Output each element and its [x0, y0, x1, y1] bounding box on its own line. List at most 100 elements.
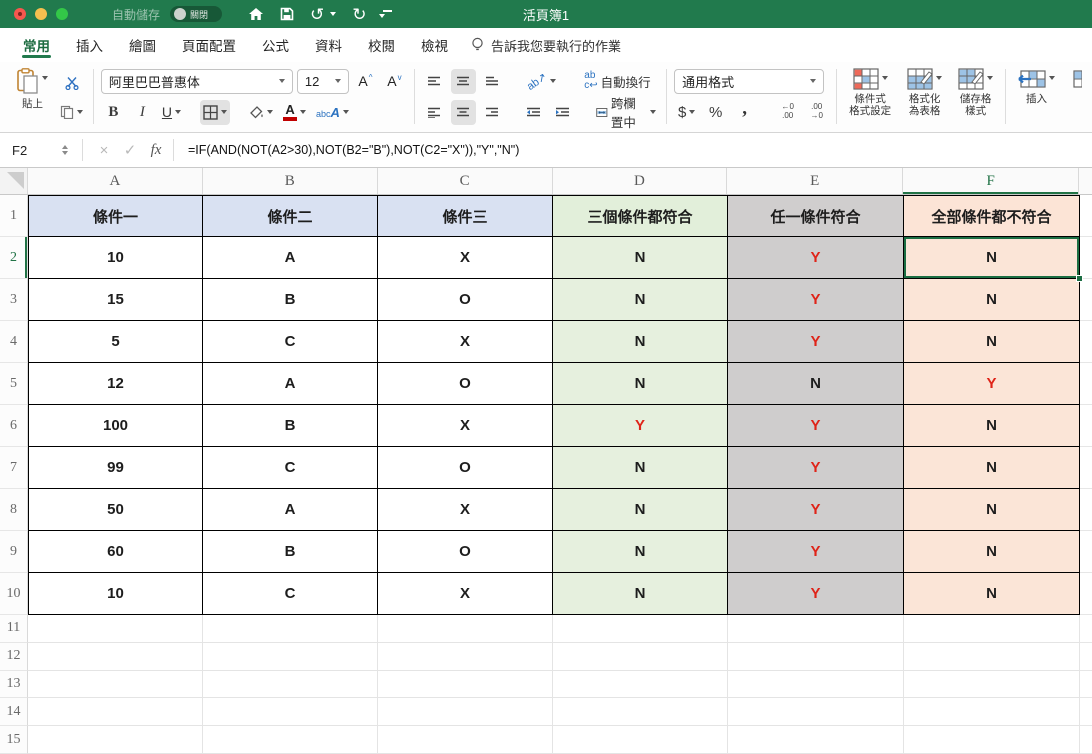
font-size-combo[interactable]: 12: [297, 69, 349, 94]
merge-center-button[interactable]: 跨欄置中: [593, 100, 659, 125]
cell-B8[interactable]: A: [203, 489, 378, 531]
cell-A3[interactable]: 15: [28, 279, 203, 321]
align-right-button[interactable]: [480, 100, 505, 125]
column-header-D[interactable]: D: [553, 168, 728, 194]
row-header-8[interactable]: 8: [0, 489, 28, 531]
fill-color-button[interactable]: [246, 100, 276, 125]
cell-C5[interactable]: O: [378, 363, 553, 405]
cell-D5[interactable]: N: [553, 363, 728, 405]
cell-F5[interactable]: Y: [904, 363, 1080, 405]
row-header-10[interactable]: 10: [0, 573, 28, 615]
row-header-11[interactable]: 11: [0, 615, 28, 643]
cell-A6[interactable]: 100: [28, 405, 203, 447]
cell-D4[interactable]: N: [553, 321, 728, 363]
cell-F11[interactable]: [904, 615, 1080, 643]
row-header-1[interactable]: 1: [0, 195, 28, 237]
row-header-12[interactable]: 12: [0, 643, 28, 671]
cell-D7[interactable]: N: [553, 447, 728, 489]
orientation-button[interactable]: ab↗: [523, 69, 559, 94]
row-header-5[interactable]: 5: [0, 363, 28, 405]
number-format-combo[interactable]: 通用格式: [674, 69, 824, 94]
cell-A15[interactable]: [28, 726, 203, 754]
tab-檢視[interactable]: 檢視: [408, 28, 461, 62]
tab-頁面配置[interactable]: 頁面配置: [169, 28, 249, 62]
cell-C12[interactable]: [378, 643, 553, 671]
cell-A5[interactable]: 12: [28, 363, 203, 405]
cell-D2[interactable]: N: [553, 237, 728, 279]
copy-button[interactable]: [57, 99, 86, 124]
cell-C8[interactable]: X: [378, 489, 553, 531]
cell-F3[interactable]: N: [904, 279, 1080, 321]
tab-常用[interactable]: 常用: [10, 28, 63, 62]
format-as-table-button[interactable]: 格式化為表格: [902, 67, 947, 126]
cell-B7[interactable]: C: [203, 447, 378, 489]
column-header-C[interactable]: C: [378, 168, 553, 194]
cell-A13[interactable]: [28, 671, 203, 699]
cut-button[interactable]: [57, 70, 86, 95]
cell-B12[interactable]: [203, 643, 378, 671]
cell-E9[interactable]: Y: [728, 531, 904, 573]
cell-E11[interactable]: [728, 615, 904, 643]
currency-button[interactable]: $: [674, 100, 699, 125]
shrink-font-button[interactable]: Av: [382, 69, 407, 94]
tab-插入[interactable]: 插入: [63, 28, 116, 62]
cell-E7[interactable]: Y: [728, 447, 904, 489]
autosave-toggle[interactable]: 關閉: [170, 6, 222, 22]
cell-F13[interactable]: [904, 671, 1080, 699]
minimize-window-button[interactable]: [35, 8, 47, 20]
cell-C1[interactable]: 條件三: [378, 195, 553, 237]
cell-A14[interactable]: [28, 698, 203, 726]
formula-input[interactable]: =IF(AND(NOT(A2>30),NOT(B2="B"),NOT(C2="X…: [188, 143, 519, 157]
save-icon[interactable]: [280, 7, 294, 21]
cell-E15[interactable]: [728, 726, 904, 754]
fill-handle[interactable]: [1076, 275, 1083, 282]
cell-F15[interactable]: [904, 726, 1080, 754]
cell-A10[interactable]: 10: [28, 573, 203, 615]
cell-E4[interactable]: Y: [728, 321, 904, 363]
cell-C11[interactable]: [378, 615, 553, 643]
row-header-7[interactable]: 7: [0, 447, 28, 489]
cell-D3[interactable]: N: [553, 279, 728, 321]
row-header-13[interactable]: 13: [0, 671, 28, 699]
align-left-button[interactable]: [422, 100, 447, 125]
cell-B5[interactable]: A: [203, 363, 378, 405]
increase-decimal-button[interactable]: ←0.00: [775, 100, 800, 125]
undo-icon[interactable]: ↺: [310, 6, 324, 23]
cell-D1[interactable]: 三個條件都符合: [553, 195, 728, 237]
cell-F1[interactable]: 全部條件都不符合: [904, 195, 1080, 237]
cell-D15[interactable]: [553, 726, 728, 754]
cell-C7[interactable]: O: [378, 447, 553, 489]
cell-A4[interactable]: 5: [28, 321, 203, 363]
cell-E8[interactable]: Y: [728, 489, 904, 531]
cell-E6[interactable]: Y: [728, 405, 904, 447]
row-header-3[interactable]: 3: [0, 279, 28, 321]
font-color-button[interactable]: A: [280, 100, 309, 125]
cell-A7[interactable]: 99: [28, 447, 203, 489]
row-header-9[interactable]: 9: [0, 531, 28, 573]
undo-dropdown-icon[interactable]: [330, 12, 336, 16]
cell-F7[interactable]: N: [904, 447, 1080, 489]
cell-F4[interactable]: N: [904, 321, 1080, 363]
conditional-formatting-button[interactable]: 條件式格式設定: [844, 67, 896, 126]
cell-C14[interactable]: [378, 698, 553, 726]
confirm-entry-icon[interactable]: ✓: [117, 141, 143, 159]
decrease-decimal-button[interactable]: .00→0: [804, 100, 829, 125]
align-middle-button[interactable]: [451, 69, 476, 94]
row-header-2[interactable]: 2: [0, 237, 28, 279]
cell-E1[interactable]: 任一條件符合: [728, 195, 904, 237]
cell-D10[interactable]: N: [553, 573, 728, 615]
close-window-button[interactable]: [14, 8, 26, 20]
paste-button[interactable]: 貼上: [12, 67, 53, 111]
cell-F12[interactable]: [904, 643, 1080, 671]
column-header-B[interactable]: B: [203, 168, 378, 194]
tab-校閱[interactable]: 校閱: [355, 28, 408, 62]
name-box-stepper[interactable]: [56, 145, 74, 155]
align-center-button[interactable]: [451, 100, 476, 125]
column-header-F[interactable]: F: [903, 168, 1079, 194]
cell-B10[interactable]: C: [203, 573, 378, 615]
cell-B6[interactable]: B: [203, 405, 378, 447]
cell-F2[interactable]: N: [904, 237, 1080, 279]
italic-button[interactable]: I: [130, 100, 155, 125]
cell-E14[interactable]: [728, 698, 904, 726]
cell-F6[interactable]: N: [904, 405, 1080, 447]
